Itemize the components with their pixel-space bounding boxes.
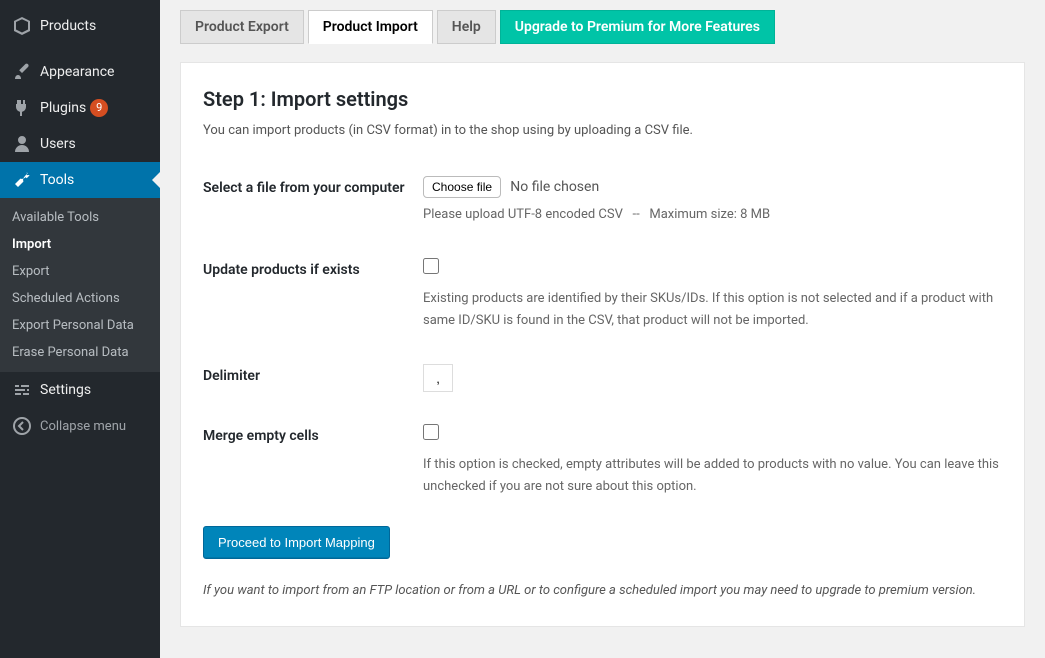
user-icon — [12, 134, 32, 154]
update-exists-desc: Existing products are identified by thei… — [423, 288, 1002, 332]
merge-empty-label: Merge empty cells — [203, 410, 423, 516]
submenu-erase-personal-data[interactable]: Erase Personal Data — [0, 339, 160, 366]
submenu-export[interactable]: Export — [0, 258, 160, 285]
sidebar-item-hidden-top[interactable] — [0, 0, 160, 8]
update-exists-label: Update products if exists — [203, 244, 423, 350]
admin-sidebar: Products Appearance Plugins 9 Users — [0, 0, 160, 658]
submenu-available-tools[interactable]: Available Tools — [0, 204, 160, 231]
file-chosen-text: No file chosen — [510, 179, 599, 195]
sidebar-item-label: Settings — [40, 382, 91, 398]
plug-icon — [12, 98, 32, 118]
sidebar-item-label: Plugins — [40, 100, 86, 116]
sidebar-item-label: Collapse menu — [40, 419, 126, 434]
submenu-import[interactable]: Import — [0, 231, 160, 258]
sidebar-item-users[interactable]: Users — [0, 126, 160, 162]
submenu-scheduled-actions[interactable]: Scheduled Actions — [0, 285, 160, 312]
panel-heading: Step 1: Import settings — [203, 87, 1002, 111]
tab-help[interactable]: Help — [437, 10, 496, 44]
tools-submenu: Available Tools Import Export Scheduled … — [0, 198, 160, 372]
file-hint: Please upload UTF-8 encoded CSV -- Maxim… — [423, 204, 1002, 226]
merge-empty-checkbox[interactable] — [423, 424, 439, 440]
collapse-icon — [12, 416, 32, 436]
sidebar-item-plugins[interactable]: Plugins 9 — [0, 90, 160, 126]
sidebar-item-label: Tools — [40, 172, 74, 188]
sidebar-item-appearance[interactable]: Appearance — [0, 54, 160, 90]
delimiter-input[interactable] — [423, 364, 453, 392]
brush-icon — [12, 62, 32, 82]
sidebar-item-label: Products — [40, 18, 96, 34]
choose-file-button[interactable]: Choose file — [423, 176, 501, 198]
wrench-icon — [12, 170, 32, 190]
file-select-label: Select a file from your computer — [203, 162, 423, 244]
dashboard-icon — [12, 0, 32, 8]
sidebar-item-label: Users — [40, 136, 76, 152]
cube-icon — [12, 16, 32, 36]
sliders-icon — [12, 380, 32, 400]
sidebar-item-tools[interactable]: Tools — [0, 162, 160, 198]
tab-upgrade-premium[interactable]: Upgrade to Premium for More Features — [500, 10, 775, 44]
update-exists-checkbox[interactable] — [423, 258, 439, 274]
plugins-update-badge: 9 — [90, 99, 108, 117]
sidebar-item-products[interactable]: Products — [0, 8, 160, 44]
merge-empty-desc: If this option is checked, empty attribu… — [423, 454, 1002, 498]
panel-intro: You can import products (in CSV format) … — [203, 123, 1002, 138]
sidebar-item-settings[interactable]: Settings — [0, 372, 160, 408]
tab-product-import[interactable]: Product Import — [308, 10, 433, 44]
settings-form: Select a file from your computer Choose … — [203, 162, 1002, 516]
sidebar-item-label: Appearance — [40, 64, 114, 80]
tab-product-export[interactable]: Product Export — [180, 10, 304, 44]
import-settings-panel: Step 1: Import settings You can import p… — [180, 62, 1025, 627]
main-content: Product Export Product Import Help Upgra… — [160, 0, 1045, 658]
sidebar-item-collapse[interactable]: Collapse menu — [0, 408, 160, 444]
premium-footnote: If you want to import from an FTP locati… — [203, 581, 1002, 602]
delimiter-label: Delimiter — [203, 350, 423, 410]
proceed-import-mapping-button[interactable]: Proceed to Import Mapping — [203, 526, 390, 559]
submenu-export-personal-data[interactable]: Export Personal Data — [0, 312, 160, 339]
nav-tabs: Product Export Product Import Help Upgra… — [180, 10, 1025, 44]
